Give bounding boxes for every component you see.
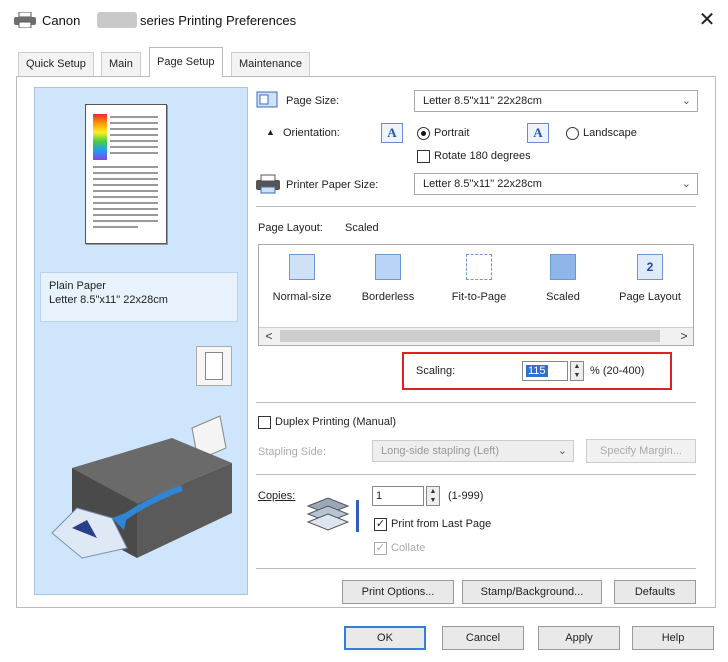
separator bbox=[256, 568, 696, 569]
tab-quick-setup[interactable]: Quick Setup bbox=[18, 52, 94, 76]
stamp-background-button[interactable]: Stamp/Background... bbox=[462, 580, 602, 604]
page-layout-label: Page Layout: bbox=[258, 222, 323, 234]
printer-icon bbox=[14, 11, 36, 29]
scaling-label: Scaling: bbox=[416, 365, 456, 377]
copies-label: Copies: bbox=[258, 490, 296, 502]
tab-maintenance[interactable]: Maintenance bbox=[231, 52, 310, 76]
landscape-orientation-icon: A bbox=[527, 123, 549, 143]
page-icon bbox=[205, 352, 223, 380]
scroll-right-icon[interactable]: > bbox=[675, 327, 693, 345]
fit-to-page-icon bbox=[466, 254, 492, 280]
bullet-icon: ▲ bbox=[266, 127, 275, 137]
printer-paper-size-dropdown[interactable]: Letter 8.5"x11" 22x28cm ⌄ bbox=[414, 173, 698, 195]
layout-item-fit-to-page[interactable]: Fit-to-Page bbox=[436, 291, 522, 303]
defaults-button[interactable]: Defaults bbox=[614, 580, 696, 604]
tab-page-setup[interactable]: Page Setup bbox=[149, 47, 223, 77]
scaling-value: 115 bbox=[526, 365, 548, 377]
stapling-side-value: Long-side stapling (Left) bbox=[381, 445, 500, 457]
collate-checkbox[interactable]: ✓ bbox=[374, 542, 387, 555]
print-from-last-page-label[interactable]: Print from Last Page bbox=[391, 518, 491, 530]
scaling-spinner[interactable]: ▲ ▼ bbox=[570, 361, 584, 381]
page-size-value: Letter 8.5"x11" 22x28cm bbox=[423, 95, 542, 107]
scaling-input[interactable]: 115 bbox=[522, 361, 568, 381]
portrait-label[interactable]: Portrait bbox=[434, 127, 469, 139]
separator bbox=[256, 402, 696, 403]
redacted-model-name bbox=[97, 12, 137, 28]
print-from-last-page-checkbox[interactable]: ✓ bbox=[374, 518, 387, 531]
page-size-dropdown[interactable]: Letter 8.5"x11" 22x28cm ⌄ bbox=[414, 90, 698, 112]
tab-main[interactable]: Main bbox=[101, 52, 141, 76]
separator bbox=[256, 206, 696, 207]
chevron-down-icon: ⌄ bbox=[681, 95, 691, 107]
page-size-label: Page Size: bbox=[286, 95, 340, 107]
stapling-side-label: Stapling Side: bbox=[258, 446, 326, 458]
scroll-left-icon[interactable]: < bbox=[260, 327, 278, 345]
collate-label[interactable]: Collate bbox=[391, 542, 425, 554]
borderless-icon bbox=[375, 254, 401, 280]
copies-stack-icon bbox=[304, 492, 364, 538]
printer-paper-icon bbox=[256, 174, 280, 194]
landscape-radio[interactable] bbox=[566, 127, 579, 140]
duplex-label[interactable]: Duplex Printing (Manual) bbox=[275, 416, 396, 428]
layout-item-borderless[interactable]: Borderless bbox=[345, 291, 431, 303]
rotate-180-checkbox[interactable] bbox=[417, 150, 430, 163]
page-layout-icon: 2 bbox=[637, 254, 663, 280]
layout-item-scaled[interactable]: Scaled bbox=[520, 291, 606, 303]
color-sample-image bbox=[93, 114, 107, 160]
print-options-button[interactable]: Print Options... bbox=[342, 580, 454, 604]
copies-input[interactable]: 1 bbox=[372, 486, 424, 506]
printer-paper-size-value: Letter 8.5"x11" 22x28cm bbox=[423, 178, 542, 190]
ok-button[interactable]: OK bbox=[344, 626, 426, 650]
landscape-label[interactable]: Landscape bbox=[583, 127, 637, 139]
layout-item-page-layout[interactable]: Page Layout bbox=[607, 291, 693, 303]
printer-paper-size-label: Printer Paper Size: bbox=[286, 179, 379, 191]
specify-margin-button[interactable]: Specify Margin... bbox=[586, 439, 696, 463]
rotate-180-label[interactable]: Rotate 180 degrees bbox=[434, 150, 531, 162]
scaling-range: % (20-400) bbox=[590, 365, 645, 377]
close-icon[interactable]: ✕ bbox=[694, 7, 720, 33]
printer-illustration bbox=[42, 408, 242, 588]
orientation-label: Orientation: bbox=[283, 127, 340, 139]
stapling-side-dropdown[interactable]: Long-side stapling (Left) ⌄ bbox=[372, 440, 574, 462]
media-type-text: Plain Paper bbox=[49, 280, 106, 292]
copies-value: 1 bbox=[376, 490, 383, 502]
chevron-down-icon: ⌄ bbox=[681, 178, 691, 190]
copies-spinner[interactable]: ▲ ▼ bbox=[426, 486, 440, 506]
portrait-orientation-icon: A bbox=[381, 123, 403, 143]
page-layout-value: Scaled bbox=[345, 222, 379, 234]
layout-item-normal-size[interactable]: Normal-size bbox=[259, 291, 345, 303]
page-size-icon bbox=[256, 90, 280, 110]
apply-button[interactable]: Apply bbox=[538, 626, 620, 650]
copies-range: (1-999) bbox=[448, 490, 484, 502]
scrollbar-thumb[interactable] bbox=[280, 330, 660, 342]
cancel-button[interactable]: Cancel bbox=[442, 626, 524, 650]
normal-size-icon bbox=[289, 254, 315, 280]
help-button[interactable]: Help bbox=[632, 626, 714, 650]
window-title: series Printing Preferences bbox=[140, 13, 297, 28]
paper-info-box: Plain Paper Letter 8.5"x11" 22x28cm bbox=[40, 272, 238, 322]
window-title-prefix: Canon bbox=[42, 13, 81, 28]
separator bbox=[256, 474, 696, 475]
portrait-radio[interactable] bbox=[417, 127, 430, 140]
scaled-icon bbox=[550, 254, 576, 280]
paper-size-text: Letter 8.5"x11" 22x28cm bbox=[49, 294, 168, 306]
duplex-checkbox[interactable] bbox=[258, 416, 271, 429]
chevron-down-icon: ⌄ bbox=[557, 445, 567, 457]
